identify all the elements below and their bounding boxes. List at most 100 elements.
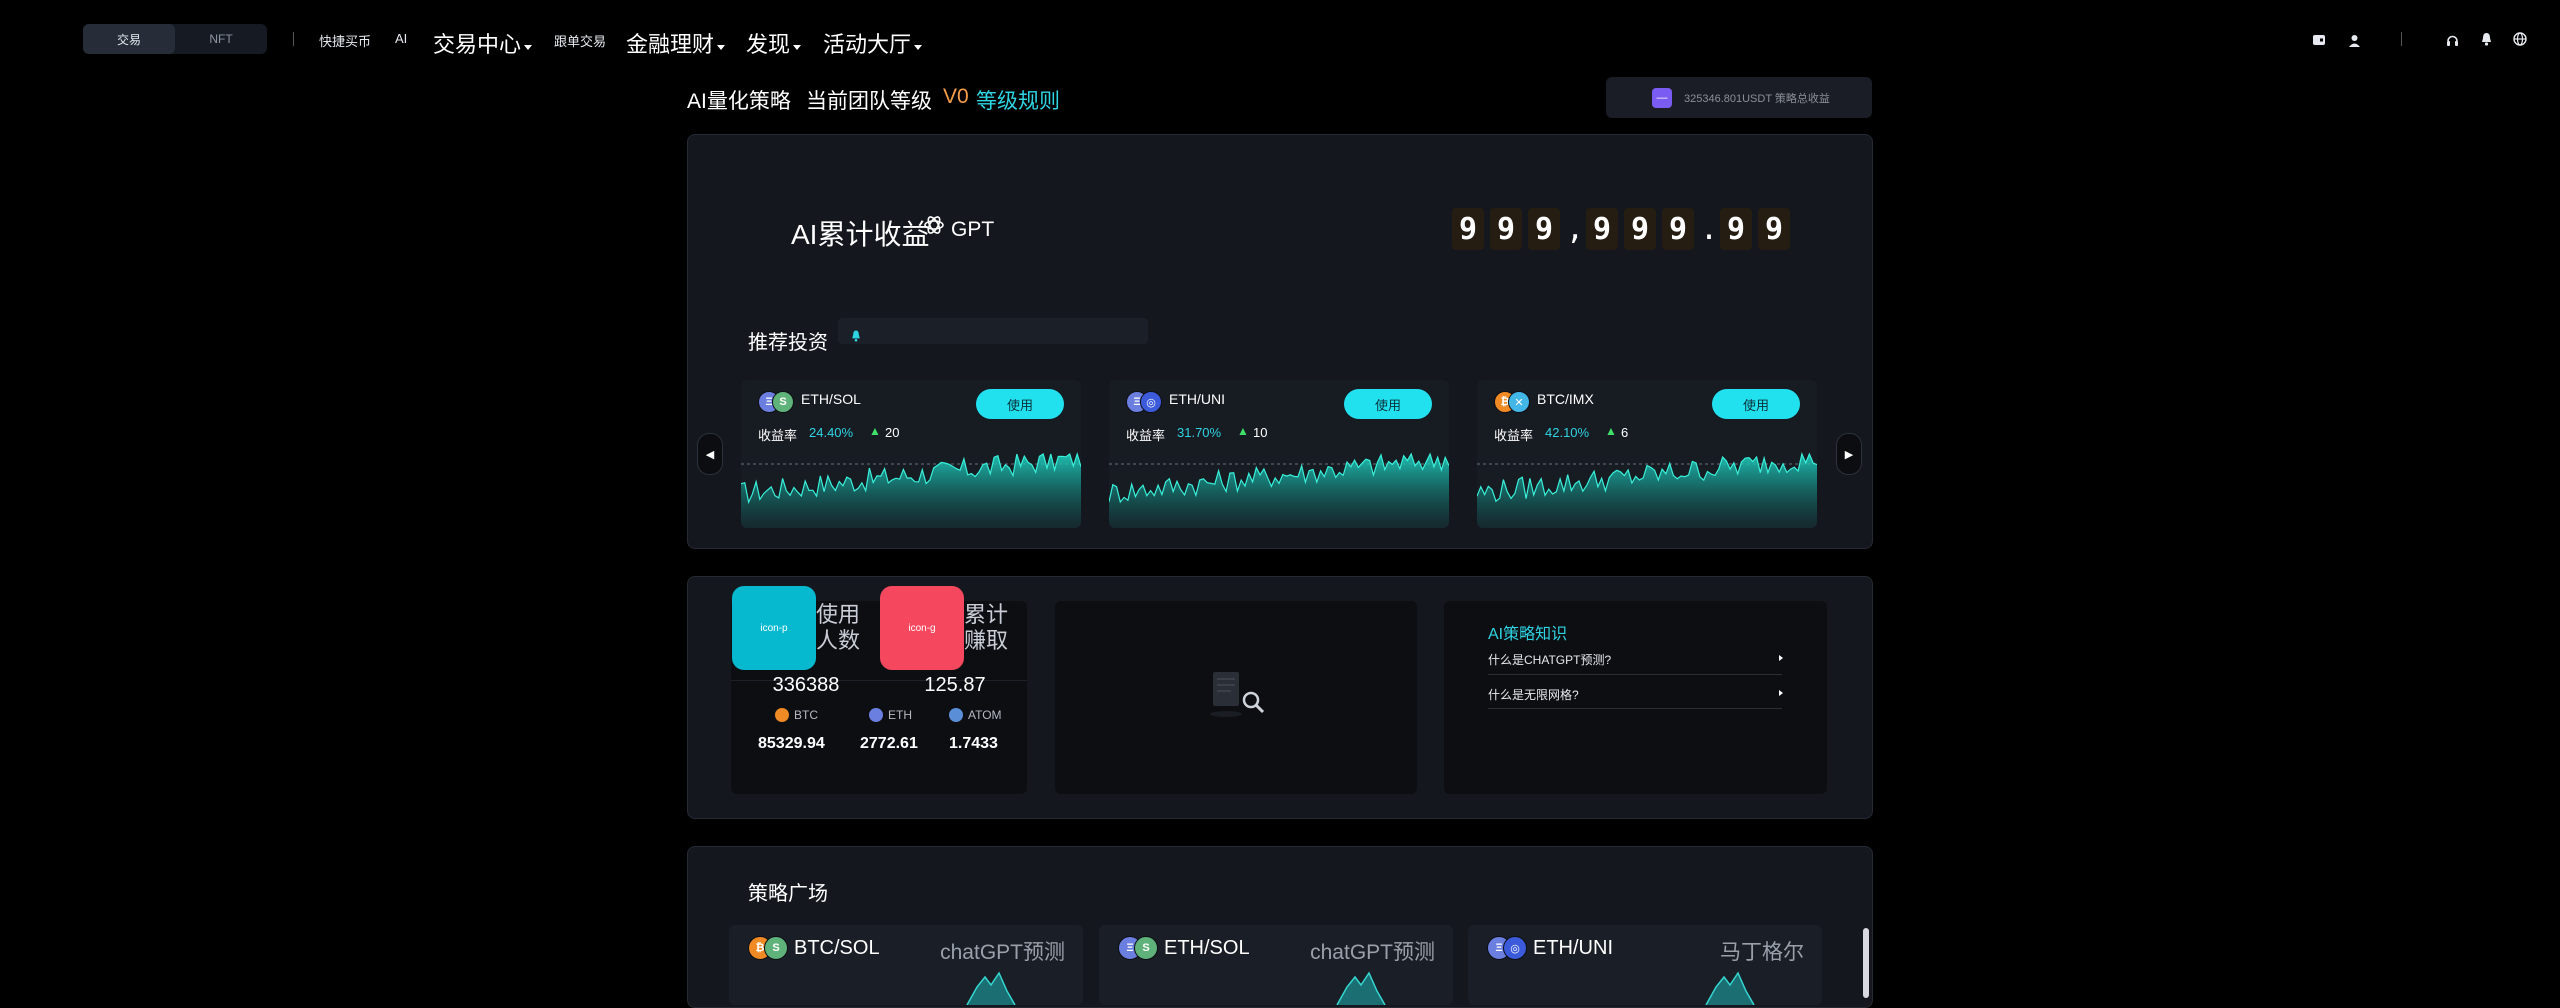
sparkline: [966, 971, 1016, 1005]
earnings-badge-text: 325346.801USDT 策略总收益: [1684, 92, 1830, 105]
earnings-counter: 999,999.99: [1452, 208, 1790, 250]
recommend-card[interactable]: Ξ S ETH/SOL 使用 收益率 24.40% ▲ 20: [741, 380, 1081, 528]
user-count: 20: [885, 425, 900, 440]
earn-label-line: 累计: [964, 602, 1009, 627]
team-level-value: V0: [943, 85, 969, 108]
users-label: 使用 人数: [816, 602, 860, 654]
recommend-card[interactable]: ₿ ✕ BTC/IMX 使用 收益率 42.10% ▲ 6: [1477, 380, 1817, 528]
trend-up-icon: ▲: [869, 424, 881, 438]
coin-btc: BTC: [775, 708, 818, 722]
headset-icon[interactable]: [2444, 32, 2460, 48]
plaza-card[interactable]: ₿ S BTC/SOL chatGPT预测: [729, 925, 1083, 1005]
counter-digit: 9: [1758, 208, 1790, 250]
counter-digit: 9: [1452, 208, 1484, 250]
users-tile-icon: icon-p: [732, 586, 816, 670]
scrollbar-thumb[interactable]: [1863, 928, 1869, 998]
faq-divider: [1488, 674, 1782, 675]
divider: [293, 32, 294, 46]
wallet-icon[interactable]: [2311, 32, 2327, 48]
nav-activity[interactable]: 活动大厅: [823, 27, 923, 59]
carousel-next-button[interactable]: ▶: [1836, 433, 1862, 475]
faq-title: AI策略知识: [1488, 626, 1568, 643]
btc-value: 85329.94: [758, 735, 825, 752]
trend-up-icon: ▲: [1605, 424, 1617, 438]
earn-label: 累计 赚取: [964, 602, 1008, 654]
bell-icon: [851, 329, 861, 347]
bell-icon[interactable]: [2478, 31, 2494, 47]
nav-discover-label: 发现: [746, 32, 791, 57]
coin-name: ATOM: [968, 708, 1002, 722]
sparkline: [1109, 452, 1449, 528]
rate-label: 收益率: [1126, 428, 1166, 443]
use-button[interactable]: 使用: [976, 389, 1064, 419]
plaza-card[interactable]: Ξ ◎ ETH/UNI 马丁格尔: [1468, 925, 1822, 1005]
coin-name: ETH: [888, 708, 912, 722]
trend-up-icon: ▲: [1237, 424, 1249, 438]
counter-separator: ,: [1566, 211, 1585, 247]
coin-icon: S: [772, 391, 794, 413]
chevron-down-icon: [717, 45, 726, 51]
badge-icon: —: [1652, 87, 1672, 108]
team-level-label: 当前团队等级: [806, 90, 932, 113]
nav-quick-buy[interactable]: 快捷买币: [319, 31, 371, 50]
atom-icon: [949, 708, 963, 722]
ai-cumulative-label: AI累计收益: [791, 219, 930, 250]
counter-digit: 9: [1490, 208, 1522, 250]
coin-icon: ◎: [1140, 391, 1162, 413]
counter-digit: 9: [1720, 208, 1752, 250]
plaza-card[interactable]: Ξ S ETH/SOL chatGPT预测: [1099, 925, 1453, 1005]
user-icon[interactable]: [2346, 32, 2362, 48]
earn-value: 125.87: [924, 674, 986, 696]
announcement-ticker[interactable]: [838, 318, 1148, 344]
nav-discover[interactable]: 发现: [746, 27, 802, 59]
earn-label-line: 赚取: [964, 628, 1009, 653]
user-count: 6: [1621, 425, 1629, 440]
rate-label: 收益率: [758, 428, 798, 443]
rate-value: 42.10%: [1545, 425, 1590, 440]
nav-ai[interactable]: AI: [395, 31, 407, 46]
rate-label: 收益率: [1494, 428, 1534, 443]
rate-value: 24.40%: [809, 425, 854, 440]
counter-separator: .: [1700, 211, 1719, 247]
sparkline: [1705, 971, 1755, 1005]
sparkline: [741, 451, 1081, 528]
user-count: 10: [1253, 425, 1268, 440]
market-type-toggle[interactable]: 交易 NFT: [83, 24, 267, 54]
faq-item[interactable]: 什么是无限网格?: [1488, 686, 1579, 703]
nav-finance[interactable]: 金融理财: [626, 27, 726, 59]
globe-icon[interactable]: [2512, 31, 2528, 47]
nav-copy-trade[interactable]: 跟单交易: [554, 31, 606, 50]
divider: [2401, 32, 2402, 46]
counter-digit: 9: [1662, 208, 1694, 250]
openai-icon: [922, 213, 946, 242]
coin-icon: ✕: [1508, 391, 1530, 413]
seg-nft[interactable]: NFT: [175, 24, 267, 54]
atom-value: 1.7433: [949, 735, 998, 752]
users-value: 336388: [772, 674, 840, 696]
nav-activity-label: 活动大厅: [823, 32, 912, 57]
earnings-badge: — 325346.801USDT 策略总收益: [1606, 77, 1872, 118]
counter-digit: 9: [1586, 208, 1618, 250]
sparkline: [1336, 971, 1386, 1005]
card-pair: BTC/IMX: [1537, 391, 1594, 407]
seg-trade[interactable]: 交易: [83, 24, 175, 54]
coin-name: BTC: [794, 708, 818, 722]
counter-digit: 9: [1528, 208, 1560, 250]
use-button[interactable]: 使用: [1344, 389, 1432, 419]
btc-icon: [775, 708, 789, 722]
counter-digit: 9: [1624, 208, 1656, 250]
gpt-label: GPT: [951, 218, 995, 241]
card-pair: ETH/UNI: [1169, 391, 1225, 407]
strategy-plaza-title: 策略广场: [748, 883, 828, 905]
carousel-prev-button[interactable]: ◀: [697, 433, 723, 475]
chevron-right-icon: [1779, 690, 1783, 696]
strategy-title: AI量化策略: [687, 90, 791, 113]
level-rules-link[interactable]: 等级规则: [976, 85, 1060, 115]
recommend-card[interactable]: Ξ ◎ ETH/UNI 使用 收益率 31.70% ▲ 10: [1109, 380, 1449, 528]
use-button[interactable]: 使用: [1712, 389, 1800, 419]
earn-tile-icon: icon-g: [880, 586, 964, 670]
sparkline: [1477, 452, 1817, 528]
nav-trade-center[interactable]: 交易中心: [433, 27, 533, 59]
faq-item[interactable]: 什么是CHATGPT预测?: [1488, 651, 1611, 668]
chevron-down-icon: [914, 45, 923, 51]
